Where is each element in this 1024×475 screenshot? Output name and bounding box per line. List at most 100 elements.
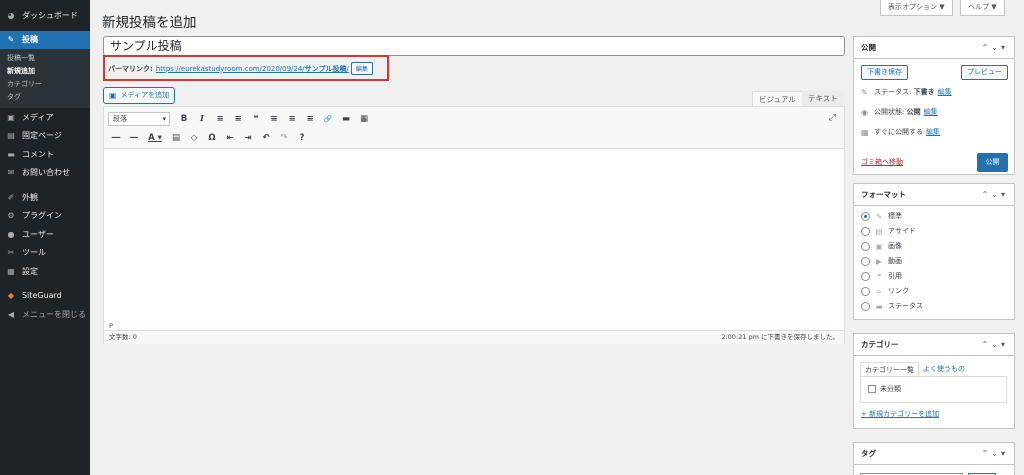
sidebar-item-siteguard[interactable]: ◆ SiteGuard xyxy=(0,287,90,306)
format-option-quote[interactable]: ❝ 引用 xyxy=(861,269,902,283)
sidebar-item-media[interactable]: ▣ メディア xyxy=(0,108,90,127)
radio-button[interactable] xyxy=(861,301,870,311)
category-box-header: カテゴリー ⌃⌄▾ xyxy=(854,334,1014,356)
format-option-status[interactable]: ▬ ステータス xyxy=(861,299,923,313)
bold-button[interactable]: B xyxy=(176,111,192,127)
sidebar-item-dashboard[interactable]: ◕ ダッシュボード xyxy=(0,6,90,25)
sidebar-item-contact[interactable]: ✉ お問い合わせ xyxy=(0,164,90,183)
strikethrough-button[interactable]: — xyxy=(108,130,124,146)
add-media-button[interactable]: ▣ メディアを追加 xyxy=(103,87,176,104)
main-content: 新規投稿を追加 表示オプション ▼ ヘルプ ▼ サンプル投稿 パーマリンク: h… xyxy=(90,0,1024,475)
tab-all-categories[interactable]: カテゴリー一覧 xyxy=(860,362,919,377)
tab-visual[interactable]: ビジュアル xyxy=(752,91,803,107)
radio-button[interactable] xyxy=(861,256,870,266)
bullet-list-button[interactable]: ≡ xyxy=(212,111,228,127)
blockquote-button[interactable]: ❝ xyxy=(248,111,264,127)
sidebar-item-users[interactable]: ● ユーザー xyxy=(0,225,90,244)
format-option-standard[interactable]: ✎ 標準 xyxy=(861,209,902,223)
mail-icon: ✉ xyxy=(7,168,15,178)
sidebar-item-comments[interactable]: ▬ コメント xyxy=(0,145,90,164)
horizontal-line-button[interactable]: — xyxy=(126,130,142,146)
format-option-aside[interactable]: ▤ アサイド xyxy=(861,224,916,238)
radio-button[interactable] xyxy=(861,226,870,236)
sidebar-item-label: 投稿 xyxy=(22,35,38,45)
undo-button[interactable]: ↶ xyxy=(258,130,274,146)
format-option-link[interactable]: ∞ リンク xyxy=(861,284,909,298)
schedule-edit-link[interactable]: 編集 xyxy=(926,127,940,137)
page-icon: ▤ xyxy=(7,131,15,141)
permalink-url: https://eurekastudyroom.com/2020/09/24/ xyxy=(155,64,305,73)
align-right-button[interactable]: ≡ xyxy=(302,111,318,127)
link-button[interactable]: 🔗 xyxy=(320,111,336,127)
user-icon: ● xyxy=(7,229,15,239)
plugin-icon: ⚙ xyxy=(7,211,15,221)
post-title-input[interactable]: サンプル投稿 xyxy=(103,36,845,56)
submenu-tags[interactable]: タグ xyxy=(0,91,90,104)
toolbar-toggle-button[interactable]: ▦ xyxy=(356,111,372,127)
screen-options-button[interactable]: 表示オプション ▼ xyxy=(880,0,953,16)
radio-button[interactable] xyxy=(861,286,870,296)
box-controls-icon[interactable]: ⌃⌄▾ xyxy=(982,334,1008,355)
add-new-category-link[interactable]: + 新規カテゴリーを追加 xyxy=(861,409,939,419)
format-option-image[interactable]: ▣ 画像 xyxy=(861,239,902,253)
radio-button[interactable] xyxy=(861,211,870,221)
text-color-button[interactable]: A ▾ xyxy=(144,130,166,146)
posts-submenu: 投稿一覧 新規追加 カテゴリー タグ xyxy=(0,49,90,108)
box-controls-icon[interactable]: ⌃⌄▾ xyxy=(982,184,1008,205)
permalink-link[interactable]: https://eurekastudyroom.com/2020/09/24/サ… xyxy=(156,64,349,74)
media-icon: ▣ xyxy=(109,91,117,100)
pin-icon: ✎ xyxy=(7,35,15,45)
align-left-button[interactable]: ≡ xyxy=(266,111,282,127)
italic-button[interactable]: I xyxy=(194,111,210,127)
checkbox[interactable] xyxy=(868,385,876,393)
keyboard-shortcuts-button[interactable]: ? xyxy=(294,130,310,146)
format-select[interactable]: 段落 xyxy=(108,112,170,126)
category-item[interactable]: 未分類 xyxy=(868,384,901,394)
tab-most-used[interactable]: よく使うもの xyxy=(919,362,969,377)
category-tabs: カテゴリー一覧 よく使うもの xyxy=(860,362,969,377)
save-draft-button[interactable]: 下書き保存 xyxy=(861,65,908,80)
clear-formatting-button[interactable]: ◇ xyxy=(186,130,202,146)
sidebar-item-pages[interactable]: ▤ 固定ページ xyxy=(0,127,90,146)
align-center-button[interactable]: ≡ xyxy=(284,111,300,127)
sidebar-item-appearance[interactable]: ✐ 外観 xyxy=(0,188,90,207)
status-edit-link[interactable]: 編集 xyxy=(938,87,952,97)
submenu-categories[interactable]: カテゴリー xyxy=(0,78,90,91)
sidebar-item-settings[interactable]: ▦ 設定 xyxy=(0,262,90,281)
outdent-button[interactable]: ⇤ xyxy=(222,130,238,146)
paste-text-button[interactable]: ▤ xyxy=(168,130,184,146)
indent-button[interactable]: ⇥ xyxy=(240,130,256,146)
box-controls-icon[interactable]: ⌃⌄▾ xyxy=(982,37,1008,58)
box-controls-icon[interactable]: ⌃⌄▾ xyxy=(982,443,1008,464)
numbered-list-button[interactable]: ≡ xyxy=(230,111,246,127)
submenu-all-posts[interactable]: 投稿一覧 xyxy=(0,52,90,65)
preview-button[interactable]: プレビュー xyxy=(961,65,1008,80)
move-to-trash-link[interactable]: ゴミ箱へ移動 xyxy=(861,157,903,167)
schedule-row: ▦ すぐに公開する 編集 xyxy=(861,127,940,137)
radio-button[interactable] xyxy=(861,241,870,251)
tab-text[interactable]: テキスト xyxy=(802,91,844,107)
help-button[interactable]: ヘルプ ▼ xyxy=(960,0,1005,16)
format-label: 標準 xyxy=(888,212,902,220)
sidebar-item-plugins[interactable]: ⚙ プラグイン xyxy=(0,207,90,226)
sidebar-item-tools[interactable]: ✂ ツール xyxy=(0,244,90,263)
radio-button[interactable] xyxy=(861,271,870,281)
permalink-edit-button[interactable]: 編集 xyxy=(350,62,373,75)
tag-heading: タグ xyxy=(861,449,876,458)
sidebar-item-posts[interactable]: ✎ 投稿 xyxy=(0,30,90,49)
aside-icon: ▤ xyxy=(875,226,883,236)
submenu-add-new[interactable]: 新規追加 xyxy=(0,65,90,78)
publish-button[interactable]: 公開 xyxy=(977,153,1008,172)
format-label: 引用 xyxy=(888,272,902,280)
toolbar-row-1: 段落 B I ≡ ≡ ❝ ≡ ≡ ≡ 🔗 ▬ ▦ xyxy=(108,110,374,128)
read-more-button[interactable]: ▬ xyxy=(338,111,354,127)
format-box-header: フォーマット ⌃⌄▾ xyxy=(854,184,1014,206)
editor-body[interactable] xyxy=(104,150,844,320)
special-character-button[interactable]: Ω xyxy=(204,130,220,146)
fullscreen-icon[interactable]: ⤢ xyxy=(829,113,836,123)
word-count: 文字数: 0 xyxy=(109,333,137,341)
redo-button[interactable]: ↷ xyxy=(276,130,292,146)
visibility-edit-link[interactable]: 編集 xyxy=(924,107,938,117)
format-option-video[interactable]: ▶ 動画 xyxy=(861,254,902,268)
collapse-menu-button[interactable]: ◀ メニューを閉じる xyxy=(0,305,90,324)
